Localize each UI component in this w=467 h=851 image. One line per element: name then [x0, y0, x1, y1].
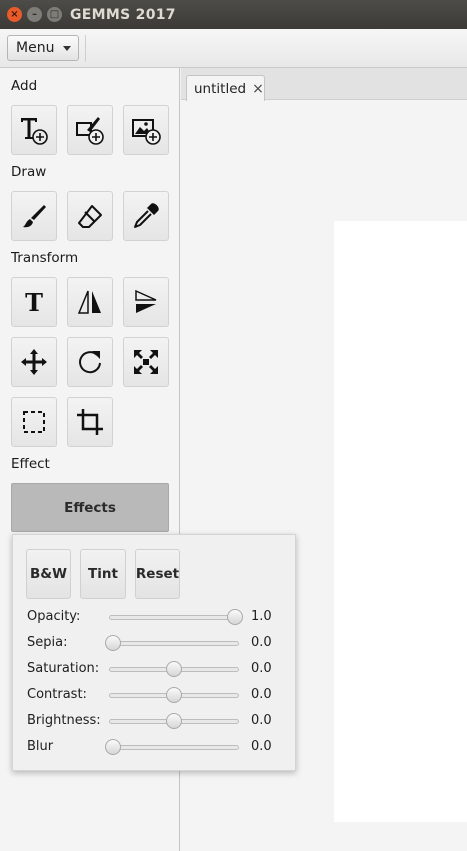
add-shape-button[interactable]	[67, 105, 113, 155]
rotate-icon	[79, 351, 101, 374]
crop-button[interactable]	[67, 397, 113, 447]
crop-icon	[77, 409, 103, 435]
slider-label: Saturation:	[27, 661, 100, 676]
slider-value: 0.0	[251, 739, 272, 754]
slider-label: Blur	[27, 739, 54, 754]
rotate-button[interactable]	[67, 337, 113, 387]
window-close-button[interactable]: ×	[7, 7, 22, 22]
section-label-draw: Draw	[11, 164, 47, 180]
add-image-button[interactable]	[123, 105, 169, 155]
slider-thumb[interactable]	[166, 661, 182, 677]
text-tool-button[interactable]: T	[11, 277, 57, 327]
slider-row-saturation: Saturation: 0.0	[27, 659, 287, 679]
eraser-button[interactable]	[67, 191, 113, 241]
slider-row-sepia: Sepia: 0.0	[27, 633, 287, 653]
add-shape-icon	[76, 117, 104, 145]
reset-button[interactable]: Reset	[135, 549, 180, 599]
tint-button[interactable]: Tint	[80, 549, 126, 599]
menu-button[interactable]: Menu	[7, 35, 79, 61]
brush-button[interactable]	[11, 191, 57, 241]
slider-row-brightness: Brightness: 0.0	[27, 711, 287, 731]
fullscreen-button[interactable]	[123, 337, 169, 387]
select-button[interactable]	[11, 397, 57, 447]
slider-value: 0.0	[251, 635, 272, 650]
slider-label: Opacity:	[27, 609, 81, 624]
slider-label: Brightness:	[27, 713, 101, 728]
slider-value: 0.0	[251, 661, 272, 676]
slider-value: 0.0	[251, 713, 272, 728]
eraser-icon	[78, 205, 102, 228]
menubar: Menu	[0, 29, 467, 68]
slider-value: 0.0	[251, 687, 272, 702]
slider-thumb[interactable]	[105, 635, 121, 651]
effects-button[interactable]: Effects	[11, 483, 169, 532]
menu-button-label: Menu	[16, 40, 55, 56]
tab-label: untitled	[194, 80, 247, 97]
slider-label: Contrast:	[27, 687, 87, 702]
effects-panel: B&W Tint Reset Opacity: 1.0 Sepia: 0.0 S…	[12, 534, 296, 771]
window-title: GEMMS 2017	[70, 6, 176, 23]
bw-button[interactable]: B&W	[26, 549, 71, 599]
add-image-icon	[132, 119, 161, 145]
blur-slider[interactable]	[109, 745, 239, 750]
slider-value: 1.0	[251, 609, 272, 624]
close-icon[interactable]: ×	[252, 81, 264, 97]
brush-icon	[23, 205, 46, 228]
text-icon: T	[25, 287, 43, 317]
section-label-transform: Transform	[11, 250, 79, 266]
slider-row-contrast: Contrast: 0.0	[27, 685, 287, 705]
menubar-separator	[85, 35, 86, 62]
tab-strip: untitled ×	[181, 68, 467, 101]
window-maximize-button[interactable]: □	[47, 7, 62, 22]
drawing-canvas[interactable]	[334, 221, 467, 822]
flip-horizontal-button[interactable]	[67, 277, 113, 327]
move-button[interactable]	[11, 337, 57, 387]
window-titlebar: × – □ GEMMS 2017	[0, 0, 467, 29]
fullscreen-icon	[134, 350, 158, 374]
add-text-button[interactable]	[11, 105, 57, 155]
flip-vertical-icon	[135, 289, 157, 313]
flip-vertical-button[interactable]	[123, 277, 169, 327]
section-label-add: Add	[11, 78, 38, 94]
flip-horizontal-icon	[77, 290, 101, 314]
window-minimize-button[interactable]: –	[27, 7, 42, 22]
slider-row-opacity: Opacity: 1.0	[27, 607, 287, 627]
slider-row-blur: Blur 0.0	[27, 737, 287, 757]
slider-thumb[interactable]	[166, 687, 182, 703]
eyedropper-icon	[134, 203, 159, 228]
section-label-effect: Effect	[11, 456, 50, 472]
slider-label: Sepia:	[27, 635, 68, 650]
opacity-slider[interactable]	[109, 615, 239, 620]
eyedropper-button[interactable]	[123, 191, 169, 241]
slider-thumb[interactable]	[105, 739, 121, 755]
tab-untitled[interactable]: untitled ×	[186, 75, 265, 101]
move-icon	[21, 349, 47, 375]
chevron-down-icon	[63, 45, 72, 51]
slider-thumb[interactable]	[166, 713, 182, 729]
slider-thumb[interactable]	[227, 609, 243, 625]
add-text-icon	[21, 118, 48, 145]
select-icon	[23, 411, 45, 433]
sepia-slider[interactable]	[109, 641, 239, 646]
